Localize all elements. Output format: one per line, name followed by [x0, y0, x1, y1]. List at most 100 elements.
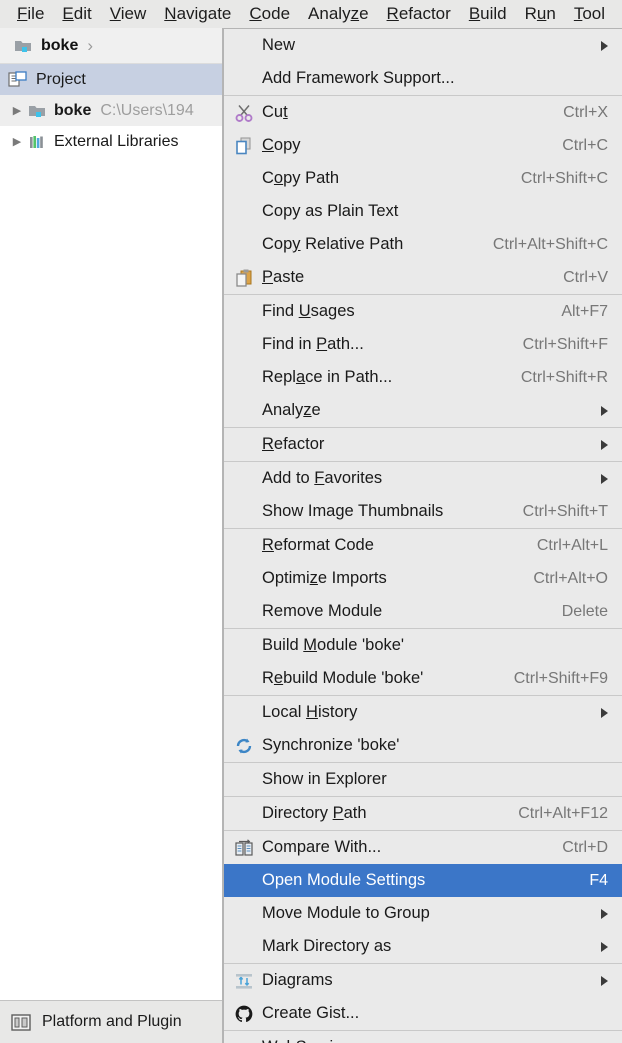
menubar-item-refactor[interactable]: Refactor [378, 0, 460, 28]
menu-item-analyze[interactable]: Analyze [224, 394, 622, 427]
tree-node-external-libraries[interactable]: ▶ External Libraries [0, 126, 222, 157]
menu-item-icon-slot [230, 168, 258, 190]
menu-item-open-module-settings[interactable]: Open Module SettingsF4 [224, 864, 622, 897]
menu-item-icon-slot [230, 769, 258, 791]
menu-item-paste[interactable]: PasteCtrl+V [224, 261, 622, 294]
menu-item-remove-module[interactable]: Remove ModuleDelete [224, 595, 622, 628]
menubar-item-code[interactable]: Code [240, 0, 299, 28]
menu-item-replace-in-path[interactable]: Replace in Path...Ctrl+Shift+R [224, 361, 622, 394]
menu-item-move-module-to-group[interactable]: Move Module to Group [224, 897, 622, 930]
menu-item-icon-slot [230, 601, 258, 623]
submenu-arrow-icon [601, 909, 608, 919]
menu-item-find-in-path[interactable]: Find in Path...Ctrl+Shift+F [224, 328, 622, 361]
menu-item-find-usages[interactable]: Find UsagesAlt+F7 [224, 295, 622, 328]
menu-item-refactor[interactable]: Refactor [224, 428, 622, 461]
tree-node-boke[interactable]: ▶ boke C:\Users\194 [0, 95, 222, 126]
menu-item-show-in-explorer[interactable]: Show in Explorer [224, 763, 622, 796]
menu-item-label: Local History [262, 703, 587, 722]
context-menu: NewAdd Framework Support...CutCtrl+XCopy… [223, 28, 622, 1043]
breadcrumb[interactable]: boke › [0, 28, 222, 64]
menu-item-copy-as-plain-text[interactable]: Copy as Plain Text [224, 195, 622, 228]
menu-item-rebuild-module-boke[interactable]: Rebuild Module 'boke'Ctrl+Shift+F9 [224, 662, 622, 695]
menu-item-add-to-favorites[interactable]: Add to Favorites [224, 462, 622, 495]
menu-item-label: WebServices [262, 1038, 587, 1043]
menu-item-icon-slot [230, 668, 258, 690]
menu-item-add-framework-support[interactable]: Add Framework Support... [224, 62, 622, 95]
menu-item-label: Analyze [262, 401, 587, 420]
menu-item-label: Find in Path... [262, 335, 507, 354]
submenu-arrow-icon [601, 440, 608, 450]
submenu-arrow-icon [601, 708, 608, 718]
paste-icon [230, 267, 258, 289]
menu-item-label: Mark Directory as [262, 937, 587, 956]
menu-item-icon-slot [230, 635, 258, 657]
menu-item-label: Add to Favorites [262, 469, 587, 488]
menu-item-optimize-imports[interactable]: Optimize Imports Ctrl+Alt+O [224, 562, 622, 595]
tab-project[interactable]: Project [0, 64, 222, 95]
menu-item-label: Diagrams [262, 971, 587, 990]
menu-item-icon-slot [230, 434, 258, 456]
expand-arrow-icon[interactable]: ▶ [6, 135, 28, 148]
menu-item-show-image-thumbnails[interactable]: Show Image ThumbnailsCtrl+Shift+T [224, 495, 622, 528]
menu-item-build-module-boke[interactable]: Build Module 'boke' [224, 629, 622, 662]
menubar-item-edit[interactable]: Edit [53, 0, 100, 28]
menu-item-compare-with[interactable]: Compare With...Ctrl+D [224, 831, 622, 864]
menu-item-icon-slot [230, 367, 258, 389]
menu-item-copy[interactable]: CopyCtrl+C [224, 129, 622, 162]
module-folder-icon [14, 38, 33, 54]
window-update-icon [10, 1013, 32, 1032]
menu-item-shortcut: Ctrl+Alt+O [533, 570, 608, 588]
expand-arrow-icon[interactable]: ▶ [6, 104, 28, 117]
status-bar[interactable]: Platform and Plugin [0, 1000, 223, 1043]
menu-item-icon-slot [230, 702, 258, 724]
menu-item-icon-slot [230, 568, 258, 590]
submenu-arrow-icon [601, 942, 608, 952]
menu-item-reformat-code[interactable]: Reformat Code Ctrl+Alt+L [224, 529, 622, 562]
menu-item-label: Create Gist... [262, 1004, 608, 1023]
menu-item-label: Show in Explorer [262, 770, 608, 789]
github-icon [230, 1003, 258, 1025]
menu-item-create-gist[interactable]: Create Gist... [224, 997, 622, 1030]
status-bar-label: Platform and Plugin [42, 1013, 182, 1031]
menu-item-cut[interactable]: CutCtrl+X [224, 96, 622, 129]
menubar-item-navigate[interactable]: Navigate [155, 0, 240, 28]
menu-item-shortcut: Ctrl+V [563, 269, 608, 287]
menu-item-label: Optimize Imports [262, 569, 517, 588]
menu-item-shortcut: Ctrl+Alt+L [537, 537, 608, 555]
menu-item-diagrams[interactable]: Diagrams [224, 964, 622, 997]
menu-item-label: Copy as Plain Text [262, 202, 608, 221]
menubar-item-analyze[interactable]: Analyze [299, 0, 378, 28]
menubar-item-run[interactable]: Run [516, 0, 565, 28]
menu-item-webservices[interactable]: WebServices [224, 1031, 622, 1043]
menu-item-icon-slot [230, 803, 258, 825]
menu-item-directory-path[interactable]: Directory PathCtrl+Alt+F12 [224, 797, 622, 830]
menu-item-synchronize-boke[interactable]: Synchronize 'boke' [224, 729, 622, 762]
menu-item-copy-relative-path[interactable]: Copy Relative PathCtrl+Alt+Shift+C [224, 228, 622, 261]
menu-item-shortcut: Ctrl+D [562, 839, 608, 857]
menubar-item-build[interactable]: Build [460, 0, 516, 28]
menu-item-shortcut: Ctrl+Shift+T [523, 503, 608, 521]
menu-item-label: Rebuild Module 'boke' [262, 669, 498, 688]
menu-item-icon-slot [230, 201, 258, 223]
menubar-item-tool[interactable]: Tool [565, 0, 614, 28]
menubar-item-view[interactable]: View [101, 0, 156, 28]
menubar-item-file[interactable]: File [8, 0, 53, 28]
menu-item-icon-slot [230, 301, 258, 323]
tree-node-name: boke [54, 102, 91, 120]
menu-item-label: Copy [262, 136, 546, 155]
tab-project-label: Project [36, 71, 86, 89]
menu-item-icon-slot [230, 468, 258, 490]
menu-item-icon-slot [230, 234, 258, 256]
tree-node-path: C:\Users\194 [100, 102, 193, 120]
menu-item-label: Reformat Code [262, 536, 521, 555]
menu-item-label: Move Module to Group [262, 904, 587, 923]
menu-item-new[interactable]: New [224, 29, 622, 62]
menu-item-local-history[interactable]: Local History [224, 696, 622, 729]
menu-item-shortcut: Alt+F7 [561, 303, 608, 321]
menu-item-icon-slot [230, 501, 258, 523]
menu-item-icon-slot [230, 68, 258, 90]
menu-item-mark-directory-as[interactable]: Mark Directory as [224, 930, 622, 963]
menu-item-label: New [262, 36, 587, 55]
menu-item-label: Directory Path [262, 804, 502, 823]
menu-item-copy-path[interactable]: Copy PathCtrl+Shift+C [224, 162, 622, 195]
